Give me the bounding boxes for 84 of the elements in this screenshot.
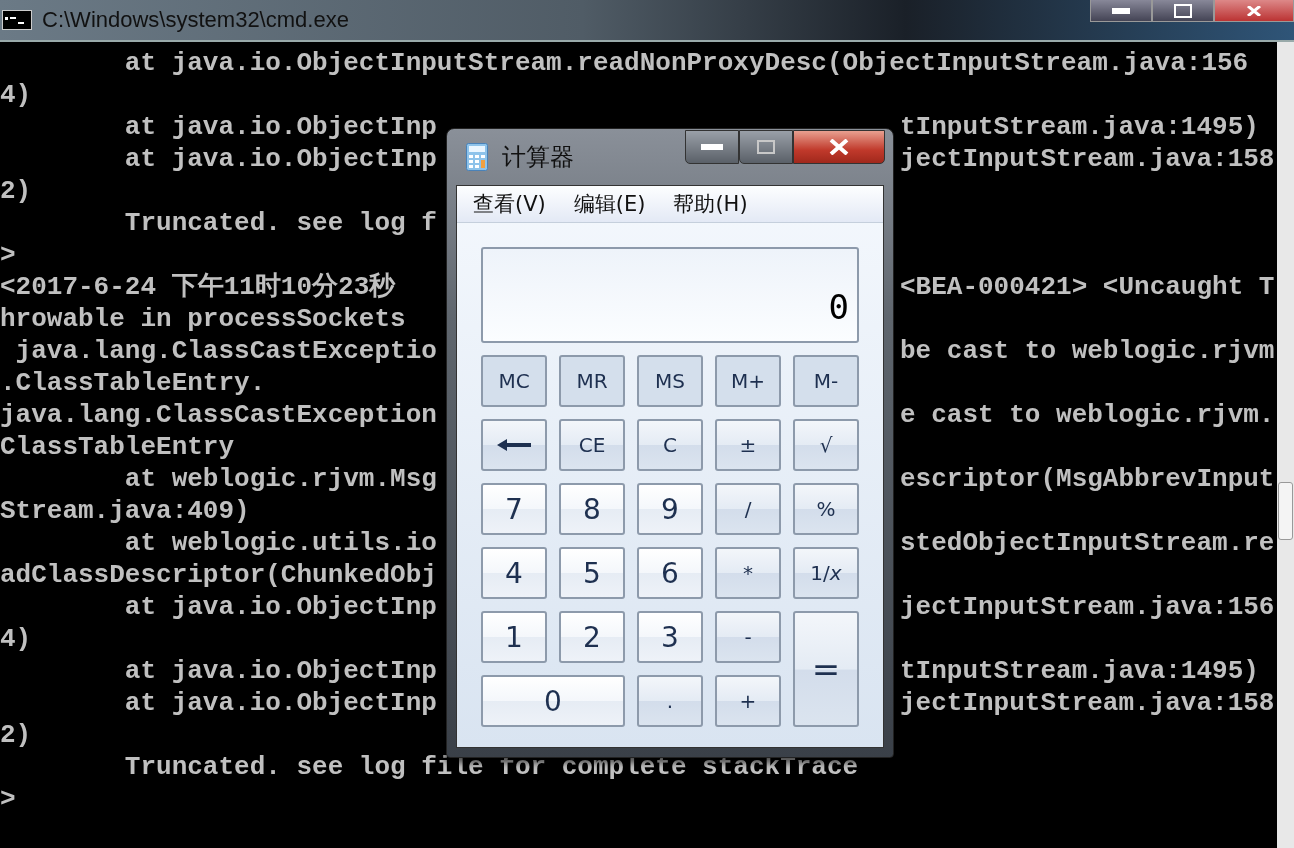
window-title: 计算器 <box>502 142 574 173</box>
console-text: jectInputStream.java:156 <box>900 591 1275 623</box>
function-key[interactable]: . <box>637 675 703 727</box>
maximize-icon <box>1174 3 1192 18</box>
console-text: at java.io.ObjectInputStream.readNonProxyDesc(ObjectInputStream.java:156 <box>123 47 1249 79</box>
minimize-icon <box>1112 7 1130 14</box>
minimize-icon <box>701 144 723 150</box>
scrollbar[interactable] <box>1277 42 1294 848</box>
minimize-button[interactable] <box>1090 0 1152 22</box>
console-text: Stream.java:409) <box>0 495 250 527</box>
function-key[interactable]: / <box>715 483 781 535</box>
console-text: stedObjectInputStream.re <box>900 527 1275 559</box>
function-key[interactable]: 1/x <box>793 547 859 599</box>
digit-key[interactable]: 9 <box>637 483 703 535</box>
console-text: ClassTableEntry <box>0 431 235 463</box>
console-text: 4) <box>0 79 32 111</box>
console-text: <BEA-000421> <Uncaught T <box>900 271 1275 303</box>
function-key[interactable]: C <box>637 419 703 471</box>
console-text: escriptor(MsgAbbrevInput <box>900 463 1275 495</box>
digit-key[interactable]: 7 <box>481 483 547 535</box>
function-key[interactable]: - <box>715 611 781 663</box>
function-key[interactable]: ± <box>715 419 781 471</box>
digit-key[interactable]: 1 <box>481 611 547 663</box>
minimize-button[interactable] <box>685 130 739 164</box>
close-icon <box>828 139 850 155</box>
maximize-icon <box>757 140 775 154</box>
display-field: 0 <box>481 247 859 343</box>
digit-key[interactable]: 4 <box>481 547 547 599</box>
scrollbar-thumb[interactable] <box>1278 482 1293 540</box>
digit-key[interactable]: 6 <box>637 547 703 599</box>
function-key[interactable]: + <box>715 675 781 727</box>
console-text: > <box>0 783 16 815</box>
window-title: C:\Windows\system32\cmd.exe <box>42 7 349 33</box>
menu-item[interactable]: 查看(V) <box>473 190 546 218</box>
console-text: at java.io.ObjectInp <box>123 591 437 623</box>
maximize-button[interactable] <box>1152 0 1214 22</box>
function-key[interactable]: CE <box>559 419 625 471</box>
memory-key[interactable]: MC <box>481 355 547 407</box>
console-text: > <box>0 239 16 271</box>
console-text: at java.io.ObjectInp <box>123 687 437 719</box>
console-text: tInputStream.java:1495) <box>900 655 1259 687</box>
console-text: hrowable in processSockets <box>0 303 406 335</box>
left-arrow-icon <box>497 439 531 451</box>
menu-item[interactable]: 编辑(E) <box>573 190 646 218</box>
console-text: Truncated. see log f <box>123 207 437 239</box>
maximize-button[interactable] <box>739 130 793 164</box>
digit-key[interactable]: 3 <box>637 611 703 663</box>
memory-key[interactable]: M+ <box>715 355 781 407</box>
console-text: 4) <box>0 623 32 655</box>
console-text: be cast to weblogic.rjvm <box>900 335 1275 367</box>
equals-key[interactable]: = <box>793 611 859 727</box>
console-text: at java.io.ObjectInp <box>123 655 437 687</box>
memory-key[interactable]: MR <box>559 355 625 407</box>
console-text: java.lang.ClassCastException <box>0 399 437 431</box>
menu-item[interactable]: 帮助(H) <box>673 190 748 218</box>
console-text: tInputStream.java:1495) <box>900 111 1259 143</box>
close-icon <box>1245 5 1263 16</box>
console-text: at java.io.ObjectInp <box>123 111 437 143</box>
console-text: at weblogic.utils.io <box>123 527 437 559</box>
function-key[interactable]: * <box>715 547 781 599</box>
console-text: at java.io.ObjectInp <box>123 143 437 175</box>
memory-key[interactable]: M- <box>793 355 859 407</box>
console-text: 2) <box>0 719 32 751</box>
digit-key[interactable]: 0 <box>481 675 625 727</box>
digit-key[interactable]: 8 <box>559 483 625 535</box>
close-button[interactable] <box>1214 0 1294 22</box>
digit-key[interactable]: 5 <box>559 547 625 599</box>
console-text: e cast to weblogic.rjvm. <box>900 399 1275 431</box>
close-button[interactable] <box>793 130 885 164</box>
console-text: jectInputStream.java:158 <box>900 143 1275 175</box>
memory-key[interactable]: MS <box>637 355 703 407</box>
console-text: jectInputStream.java:158 <box>900 687 1275 719</box>
console-text: adClassDescriptor(ChunkedObj <box>0 559 437 591</box>
console-text: .ClassTableEntry. <box>0 367 266 399</box>
console-text: <2017-6-24 下午11时10分23秒 <box>0 271 396 303</box>
digit-key[interactable]: 2 <box>559 611 625 663</box>
calculator-icon <box>466 143 488 171</box>
console-text: 2) <box>0 175 32 207</box>
console-text: at weblogic.rjvm.Msg <box>123 463 437 495</box>
function-key[interactable]: √ <box>793 419 859 471</box>
backspace-key[interactable] <box>481 419 547 471</box>
console-text: java.lang.ClassCastExceptio <box>14 335 437 367</box>
function-key[interactable]: % <box>793 483 859 535</box>
console-icon <box>2 10 32 30</box>
